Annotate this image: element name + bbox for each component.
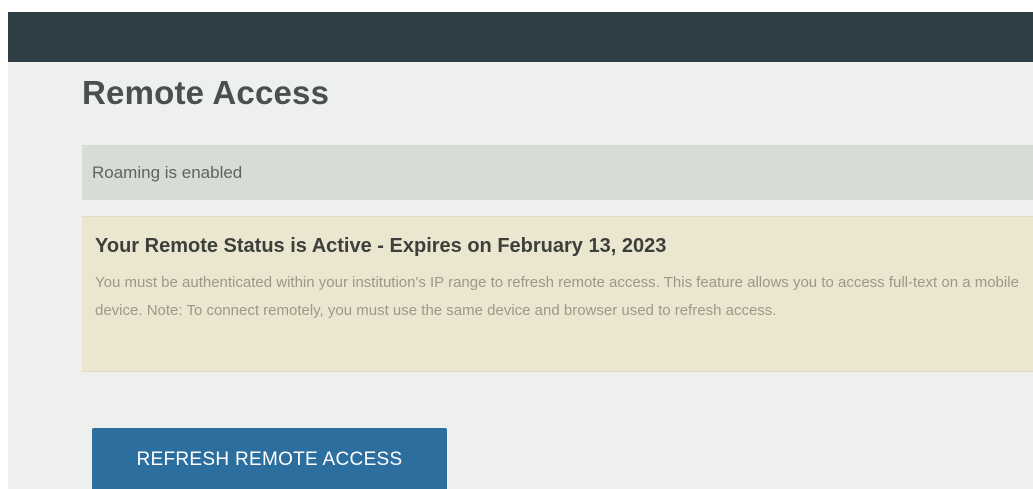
remote-status-heading: Your Remote Status is Active - Expires o… [95, 235, 667, 257]
refresh-remote-access-label: REFRESH REMOTE ACCESS [136, 449, 403, 470]
top-navigation-bar [8, 12, 1033, 62]
screen: Remote Access Roaming is enabled Your Re… [0, 0, 1033, 489]
remote-status-description: You must be authenticated within your in… [95, 274, 1019, 319]
page-title: Remote Access [82, 74, 330, 111]
refresh-remote-access-button[interactable]: REFRESH REMOTE ACCESS [92, 428, 447, 489]
roaming-status-text: Roaming is enabled [92, 163, 243, 182]
roaming-status-banner: Roaming is enabled [82, 145, 1033, 200]
remote-status-panel: Your Remote Status is Active - Expires o… [82, 216, 1033, 372]
